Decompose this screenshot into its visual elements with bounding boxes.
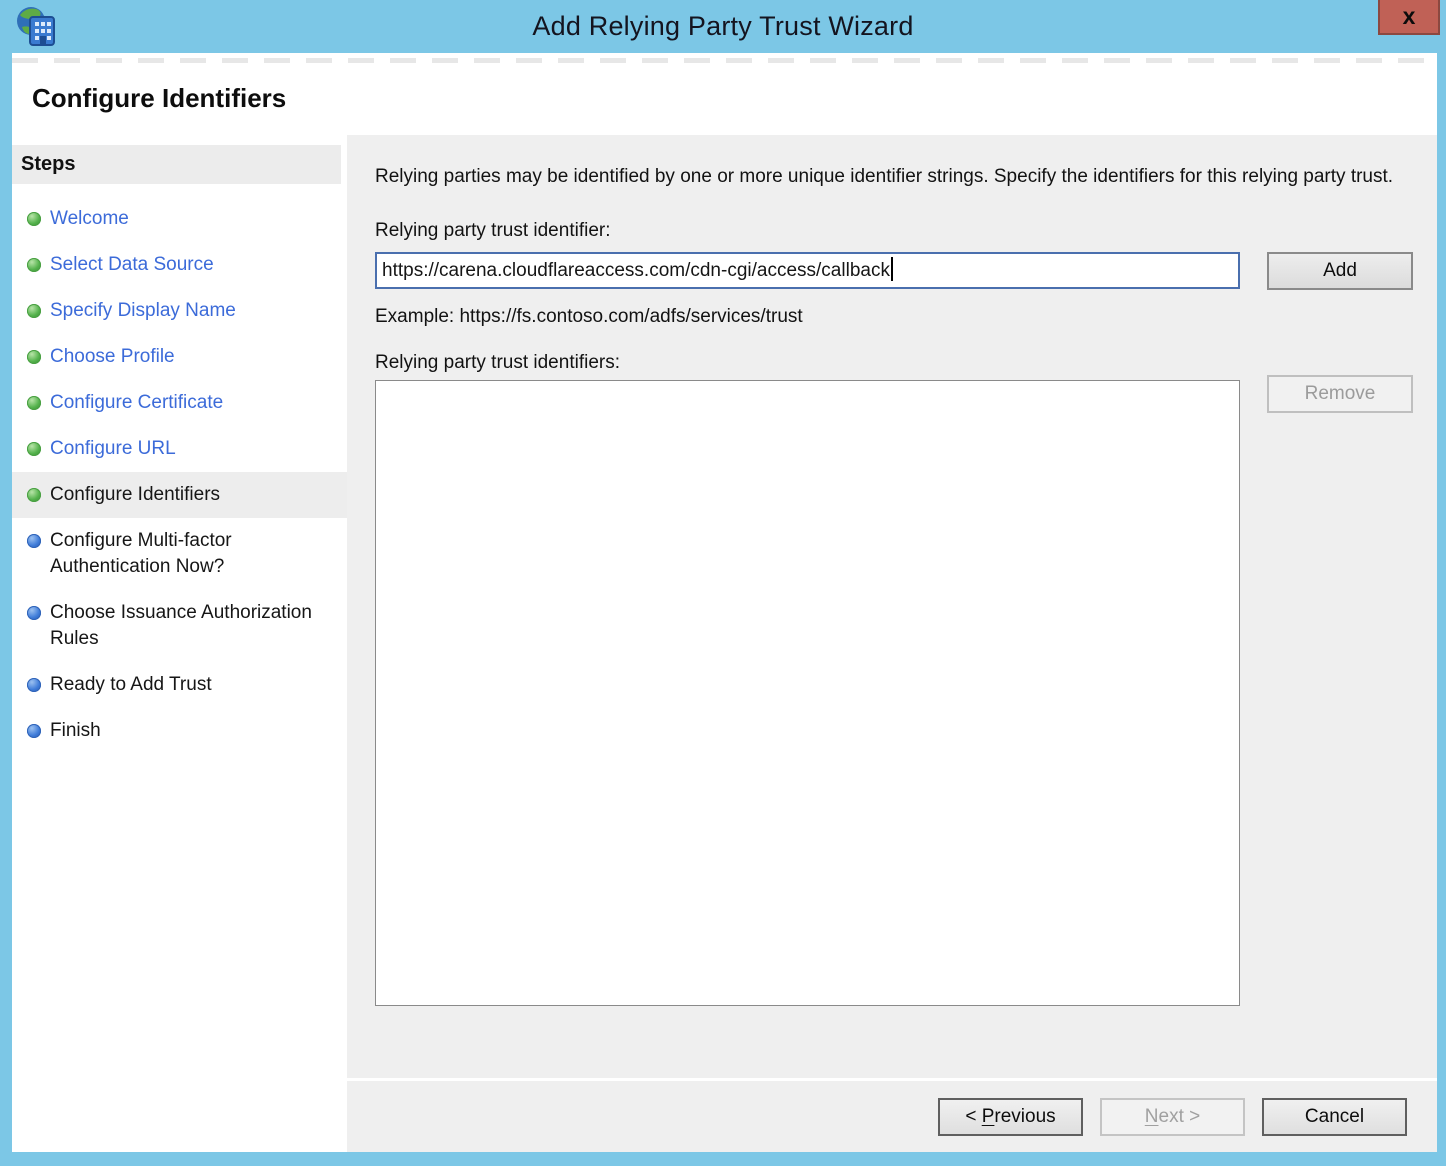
step-label: Ready to Add Trust	[50, 674, 212, 695]
adfs-wizard-icon	[14, 5, 58, 47]
wizard-window: Add Relying Party Trust Wizard x Configu…	[0, 0, 1446, 1166]
add-button[interactable]: Add	[1267, 252, 1413, 290]
step-item-configure-identifiers: Configure Identifiers	[12, 472, 347, 518]
titlebar: Add Relying Party Trust Wizard x	[0, 0, 1446, 53]
step-completed-bullet-icon	[27, 350, 41, 364]
identifier-input-value: https://carena.cloudflareaccess.com/cdn-…	[382, 260, 890, 281]
step-completed-bullet-icon	[27, 258, 41, 272]
step-pending-bullet-icon	[27, 606, 41, 620]
step-item-finish: Finish	[12, 708, 347, 754]
previous-button[interactable]: < Previous	[938, 1098, 1083, 1136]
step-pending-bullet-icon	[27, 724, 41, 738]
step-item-select-data-source[interactable]: Select Data Source	[12, 242, 347, 288]
step-completed-bullet-icon	[27, 212, 41, 226]
page-title: Configure Identifiers	[32, 83, 1437, 114]
relying-party-identifier-input[interactable]: https://carena.cloudflareaccess.com/cdn-…	[375, 252, 1240, 289]
example-text: Example: https://fs.contoso.com/adfs/ser…	[375, 306, 1413, 328]
step-label: Configure Certificate	[50, 392, 223, 413]
step-item-welcome[interactable]: Welcome	[12, 196, 347, 242]
step-label: Choose Profile	[50, 346, 175, 367]
page-description: Relying parties may be identified by one…	[375, 163, 1395, 190]
identifiers-listbox[interactable]	[375, 380, 1240, 1006]
step-completed-bullet-icon	[27, 488, 41, 502]
step-pending-bullet-icon	[27, 678, 41, 692]
step-pending-bullet-icon	[27, 534, 41, 548]
step-label: Configure URL	[50, 438, 176, 459]
step-label: Welcome	[50, 208, 129, 229]
wizard-body: Configure Identifiers Steps Welcome Selec…	[12, 53, 1437, 1152]
step-item-configure-url[interactable]: Configure URL	[12, 426, 347, 472]
main-panel: Relying parties may be identified by one…	[347, 135, 1437, 1152]
remove-button[interactable]: Remove	[1267, 375, 1413, 413]
close-button[interactable]: x	[1378, 0, 1440, 35]
step-label: Select Data Source	[50, 254, 214, 275]
next-button[interactable]: Next >	[1100, 1098, 1245, 1136]
identifier-field-label: Relying party trust identifier:	[375, 220, 1413, 242]
step-item-configure-multi-factor-authentication-now: Configure Multi-factor Authentication No…	[12, 518, 347, 590]
step-label: Finish	[50, 720, 101, 741]
text-caret	[891, 257, 893, 281]
step-completed-bullet-icon	[27, 304, 41, 318]
step-label: Specify Display Name	[50, 300, 236, 321]
steps-sidebar: Steps Welcome Select Data Source Specify D…	[12, 135, 347, 1152]
page-header: Configure Identifiers	[12, 53, 1437, 135]
steps-heading: Steps	[12, 145, 341, 184]
step-label: Configure Multi-factor Authentication No…	[50, 530, 232, 577]
step-item-choose-issuance-authorization-rules: Choose Issuance Authorization Rules	[12, 590, 347, 662]
identifiers-list-label: Relying party trust identifiers:	[375, 352, 1413, 374]
window-title: Add Relying Party Trust Wizard	[532, 11, 913, 42]
close-icon: x	[1403, 5, 1416, 28]
step-item-ready-to-add-trust: Ready to Add Trust	[12, 662, 347, 708]
step-label: Configure Identifiers	[50, 484, 220, 505]
step-item-choose-profile[interactable]: Choose Profile	[12, 334, 347, 380]
step-item-specify-display-name[interactable]: Specify Display Name	[12, 288, 347, 334]
step-completed-bullet-icon	[27, 396, 41, 410]
configure-identifiers-page: Relying parties may be identified by one…	[347, 135, 1437, 1078]
step-label: Choose Issuance Authorization Rules	[50, 602, 312, 649]
step-item-configure-certificate[interactable]: Configure Certificate	[12, 380, 347, 426]
wizard-footer: < Previous Next > Cancel	[347, 1078, 1437, 1152]
cancel-button[interactable]: Cancel	[1262, 1098, 1407, 1136]
steps-list: Welcome Select Data Source Specify Display…	[12, 196, 347, 754]
step-completed-bullet-icon	[27, 442, 41, 456]
